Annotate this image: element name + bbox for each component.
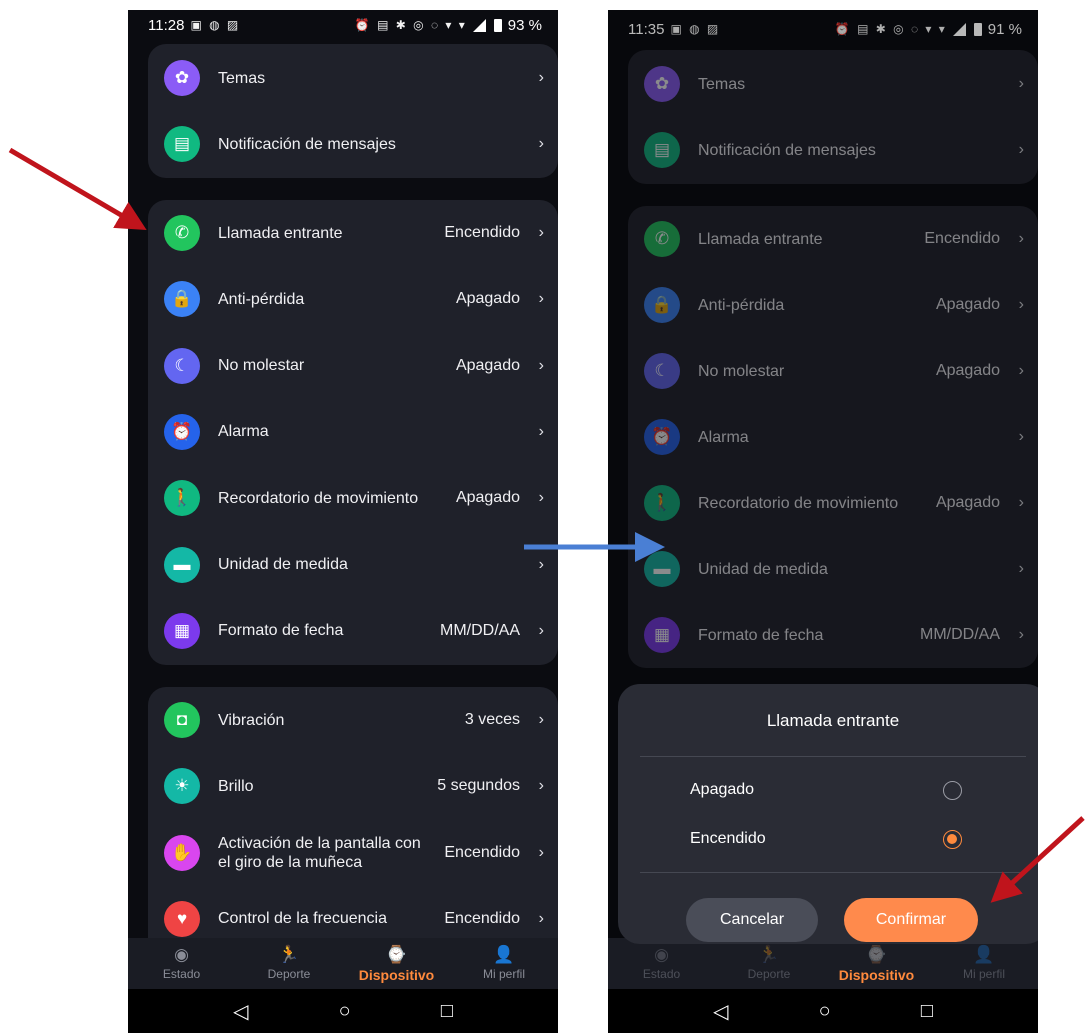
screenshot-comparison: 11:28 ▣ ◍ ▨ ⏰ ▤ ✱ ◎ ◌ ▾ ▾ 93 % ✿ Temas › ▤ N… — [0, 0, 1085, 1033]
annotation-arrows — [8, 147, 1085, 903]
red-arrow-confirm — [990, 816, 1085, 903]
red-arrow-incoming-call — [8, 147, 147, 231]
